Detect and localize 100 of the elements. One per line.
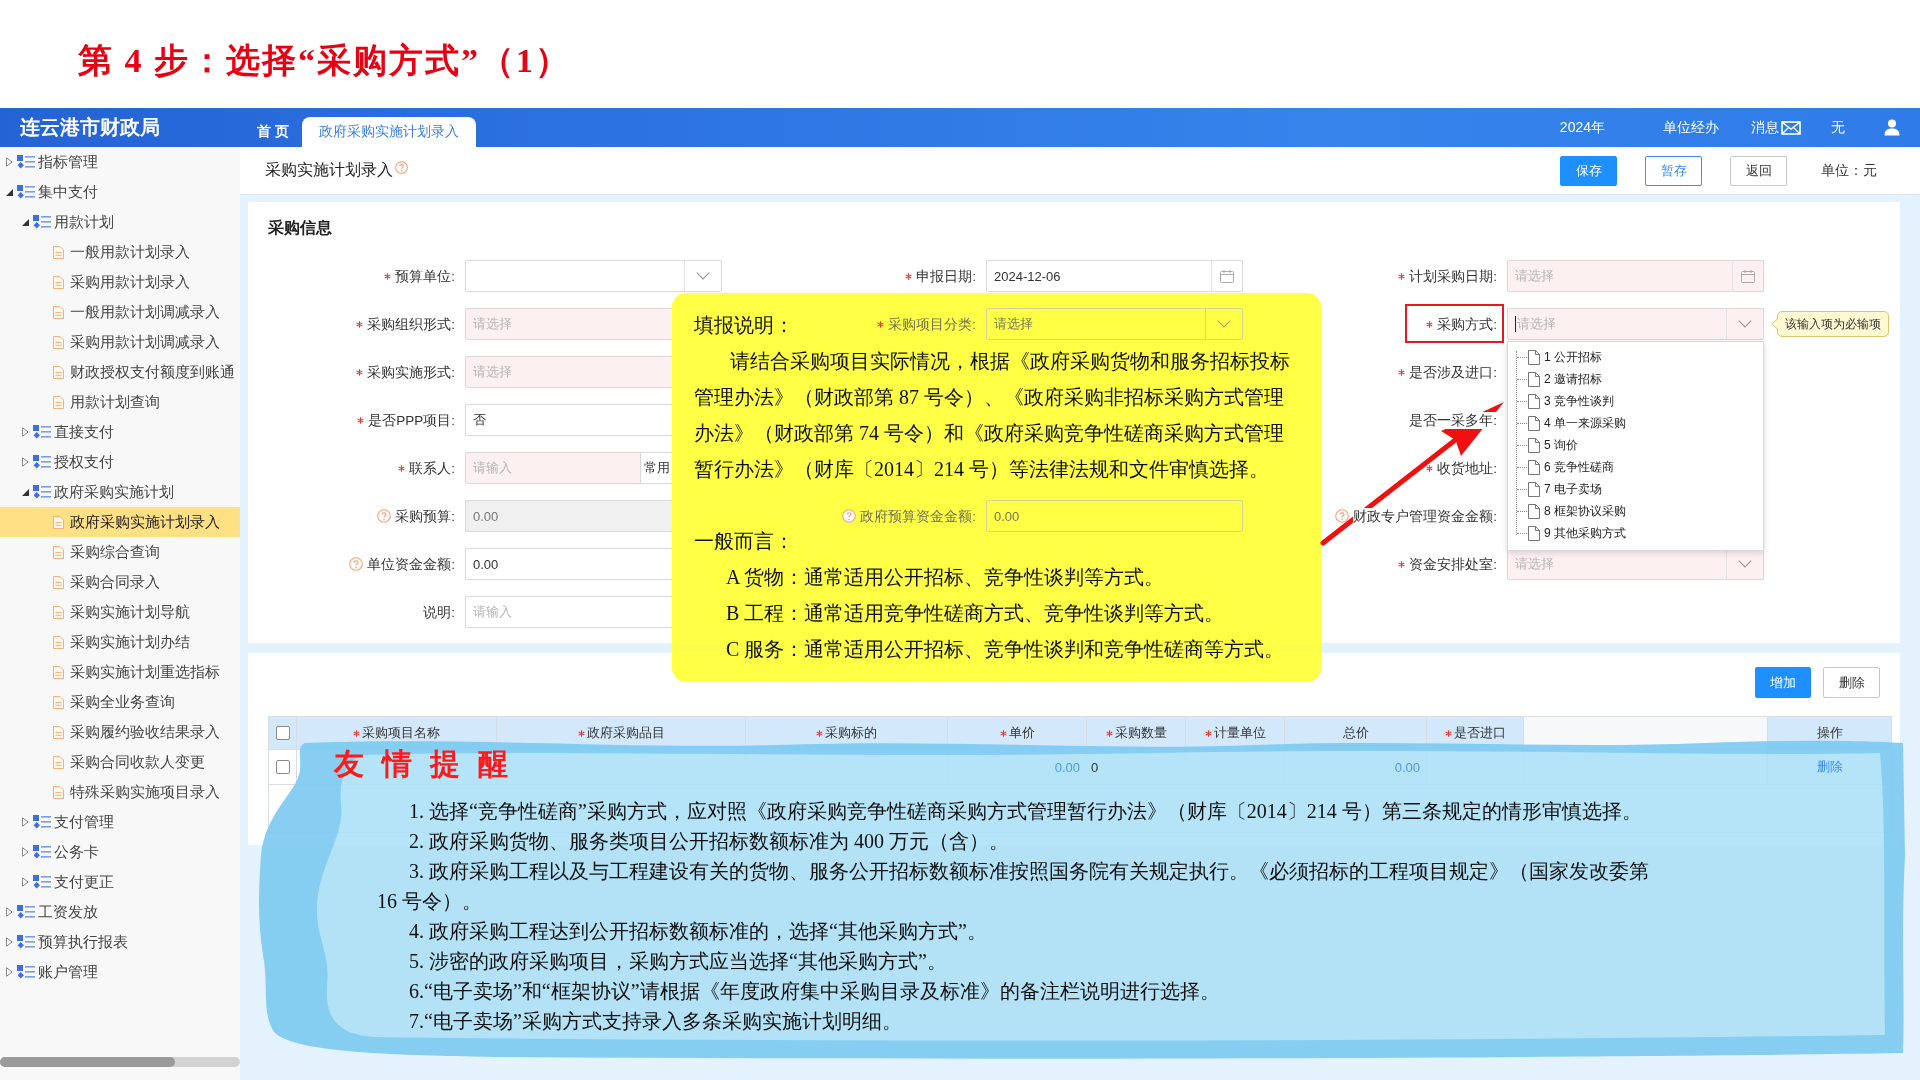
note-paragraph: 请结合采购项目实际情况，根据《政府采购货物和服务招标投标管理办法》（财政部第 87 号令）、《政府采购非招标采购方式管理办法》（财政部第 74 号令）和《政府采购竞争性磋商采购方式管理暂行办法》（财库〔2014〕214 号）等法律法规和文件审慎选择。 [694,349,1291,482]
menu-group[interactable]: 指标管理 [0,147,240,177]
list-tree-icon [33,844,51,860]
select-field[interactable]: 否 [465,404,672,436]
triangle-right-icon[interactable] [22,817,29,827]
triangle-down-icon[interactable] [22,488,29,496]
input-field[interactable]: 0.00 [986,500,1243,532]
draft-button[interactable]: 暂存 [1645,155,1702,186]
date-field[interactable]: 2024-12-06 [986,260,1243,292]
file-icon [1528,349,1540,365]
menu-item[interactable]: 采购全业务查询 [0,687,240,717]
field-label: 是否PPP项目: [368,411,455,429]
reminder-item: 1. 选择“竞争性磋商”采购方式，应对照《政府采购竞争性磋商采购方式管理暂行办法》（财库〔2014〕214 号）第三条规定的情形审慎选择。 [408,799,1643,824]
dropdown-option[interactable]: 2 邀请招标 [1508,368,1763,390]
triangle-right-icon[interactable] [22,427,29,437]
menu-item[interactable]: 采购实施计划导航 [0,597,240,627]
document-icon [52,725,64,739]
menu-item[interactable]: 特殊采购实施项目录入 [0,777,240,807]
field-label: 采购方式: [1437,315,1497,333]
table-cell: 0.00 [1394,759,1420,775]
menu-group[interactable]: 预算执行报表 [0,927,240,957]
menu-item[interactable]: 政府采购实施计划录入 [0,507,240,537]
back-button[interactable]: 返回 [1730,155,1787,186]
menu-item[interactable]: 一般用款计划录入 [0,237,240,267]
nav-tab[interactable]: 政府采购实施计划录入 [301,117,476,147]
menu-group[interactable]: 集中支付 [0,177,240,207]
menu-group[interactable]: 工资发放 [0,897,240,927]
triangle-right-icon[interactable] [22,457,29,467]
delete-button[interactable]: 删除 [1823,667,1880,698]
tooltip-pointer-icon [1771,318,1778,330]
triangle-down-icon[interactable] [22,218,29,226]
triangle-right-icon[interactable] [6,157,13,167]
list-tree-icon [17,964,35,980]
select-field[interactable] [465,260,722,292]
checkbox[interactable] [275,726,290,740]
triangle-right-icon[interactable] [22,847,29,857]
dropdown-option[interactable]: 8 框架协议采购 [1508,500,1763,522]
menu-group[interactable]: 用款计划 [0,207,240,237]
dropdown-option[interactable]: 5 询价 [1508,434,1763,456]
dropdown-option[interactable]: 4 单一来源采购 [1508,412,1763,434]
menu-group[interactable]: 授权支付 [0,447,240,477]
field-label: 联系人: [409,459,455,477]
dropdown-option[interactable]: 3 竞争性谈判 [1508,390,1763,412]
menu-item[interactable]: 财政授权支付额度到账通 [0,357,240,387]
step-title: 第 4 步：选择“采购方式”（1） [78,41,571,81]
menu-group[interactable]: 账户管理 [0,957,240,987]
field-label: 申报日期: [916,267,976,285]
column-header: 单价 [1008,724,1035,742]
input-field[interactable]: 0.00 [465,548,672,580]
file-icon [1528,459,1540,475]
document-icon [52,515,64,529]
column-header: 计量单位 [1213,724,1266,742]
checkbox[interactable] [275,760,290,774]
messages-button[interactable]: 消息 [1751,118,1801,137]
nav-tab[interactable]: 首 页 [249,117,297,147]
menu-item[interactable]: 采购履约验收结果录入 [0,717,240,747]
menu-group[interactable]: 政府采购实施计划 [0,477,240,507]
user-icon[interactable] [1884,119,1900,136]
menu-item[interactable]: 采购合同收款人变更 [0,747,240,777]
menu-group[interactable]: 直接支付 [0,417,240,447]
menu-item[interactable]: 采购用款计划录入 [0,267,240,297]
role-label[interactable]: 单位经办 [1663,118,1719,137]
menu-group[interactable]: 公务卡 [0,837,240,867]
dropdown-option[interactable]: 6 竞争性磋商 [1508,456,1763,478]
table-cell: 0 [1091,759,1099,775]
chevron-down-icon [1738,560,1752,568]
menu-item[interactable]: 采购实施计划重选指标 [0,657,240,687]
dropdown-option[interactable]: 7 电子卖场 [1508,478,1763,500]
menu-item[interactable]: 一般用款计划调减录入 [0,297,240,327]
menu-item[interactable]: 采购综合查询 [0,537,240,567]
dropdown-option[interactable]: 1 公开招标 [1508,346,1763,368]
document-icon [52,785,64,799]
reminder-item: 2. 政府采购货物、服务类项目公开招标数额标准为 400 万元（含）。 [408,829,1010,854]
document-icon [52,605,64,619]
triangle-right-icon[interactable] [6,967,13,977]
menu-group[interactable]: 支付管理 [0,807,240,837]
field-label: 单位资金金额: [367,555,455,573]
scrollbar-thumb[interactable] [0,1057,175,1067]
dropdown-option[interactable]: 9 其他采购方式 [1508,522,1763,544]
menu-item[interactable]: 用款计划查询 [0,387,240,417]
reminder-item: 5. 涉密的政府采购项目，采购方式应当选择“其他采购方式”。 [408,949,948,974]
triangle-right-icon[interactable] [22,877,29,887]
reminder-item: 6.“电子卖场”和“框架协议”请根据《年度政府集中采购目录及标准》的备注栏说明进行选择。 [408,979,1221,1004]
triangle-right-icon[interactable] [6,907,13,917]
menu-item[interactable]: 采购实施计划办结 [0,627,240,657]
menu-group[interactable]: 支付更正 [0,867,240,897]
list-tree-icon [33,214,51,230]
validation-tooltip: 该输入项为必输项 [1777,311,1889,337]
menu-item[interactable]: 采购合同录入 [0,567,240,597]
year-label[interactable]: 2024年 [1559,118,1605,137]
note-title: 填报说明： [694,313,794,338]
document-icon [52,695,64,709]
horizontal-scrollbar[interactable] [0,1057,240,1067]
triangle-down-icon[interactable] [6,188,13,196]
chevron-down-icon [1738,320,1752,328]
menu-item[interactable]: 采购用款计划调减录入 [0,327,240,357]
file-icon [1528,503,1540,519]
field-label: 政府预算资金金额: [860,507,976,525]
contact-picker-button[interactable]: 常用 [640,452,672,484]
triangle-right-icon[interactable] [6,937,13,947]
